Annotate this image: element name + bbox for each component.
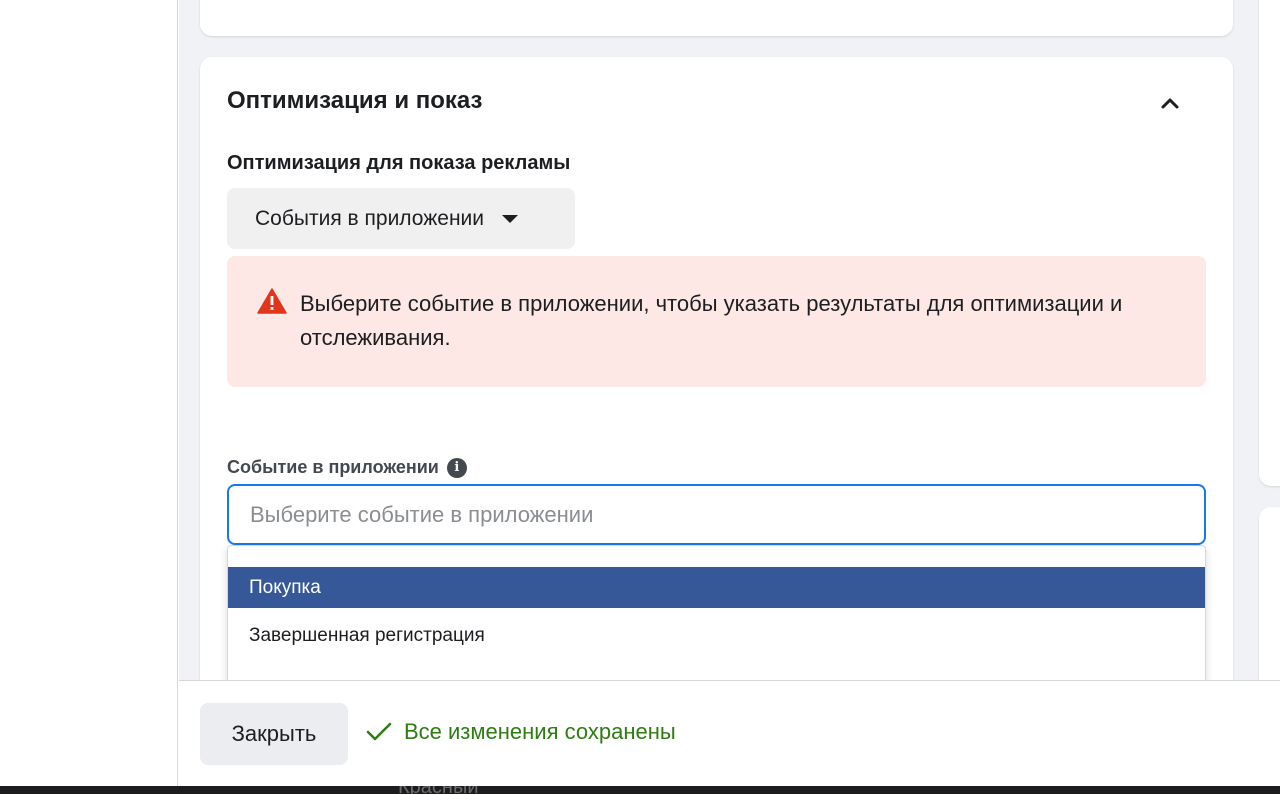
bottom-strip: Красный xyxy=(0,786,1280,794)
peek-text: Красный xyxy=(398,786,479,794)
previous-section-card xyxy=(200,0,1233,36)
main-content: Оптимизация и показ Оптимизация для пока… xyxy=(179,0,1280,680)
side-card xyxy=(1259,507,1280,680)
dropdown-option-complete-registration[interactable]: Завершенная регистрация xyxy=(228,615,1205,656)
footer-bar: Закрыть Все изменения сохранены xyxy=(179,680,1280,786)
section-title: Оптимизация и показ xyxy=(227,87,483,114)
warning-icon xyxy=(257,288,287,314)
app-event-input[interactable] xyxy=(227,484,1206,545)
chevron-up-icon xyxy=(1161,98,1179,109)
optimization-label: Оптимизация для показа рекламы xyxy=(227,152,571,174)
dropdown-option-purchase[interactable]: Покупка xyxy=(228,567,1205,608)
info-icon[interactable]: i xyxy=(446,457,467,478)
app-event-dropdown-menu: Покупка Завершенная регистрация xyxy=(227,545,1206,680)
warning-message: Выберите событие в приложении, чтобы ука… xyxy=(300,291,1123,350)
close-button[interactable]: Закрыть xyxy=(200,703,348,765)
collapse-button[interactable] xyxy=(1156,89,1184,117)
side-card xyxy=(1259,0,1280,486)
left-panel xyxy=(0,0,178,786)
warning-alert: Выберите событие в приложении, чтобы ука… xyxy=(227,256,1206,387)
optimization-section-card: Оптимизация и показ Оптимизация для пока… xyxy=(200,57,1233,680)
checkmark-icon xyxy=(366,722,392,741)
optimization-dropdown[interactable]: События в приложении xyxy=(227,188,575,249)
caret-down-icon xyxy=(502,214,519,223)
optimization-dropdown-value: События в приложении xyxy=(255,206,485,230)
save-status: Все изменения сохранены xyxy=(366,719,676,745)
app-event-label-text: Событие в приложении xyxy=(227,457,439,477)
save-status-text: Все изменения сохранены xyxy=(404,719,676,744)
app-event-label: Событие в приложении i xyxy=(227,457,467,478)
